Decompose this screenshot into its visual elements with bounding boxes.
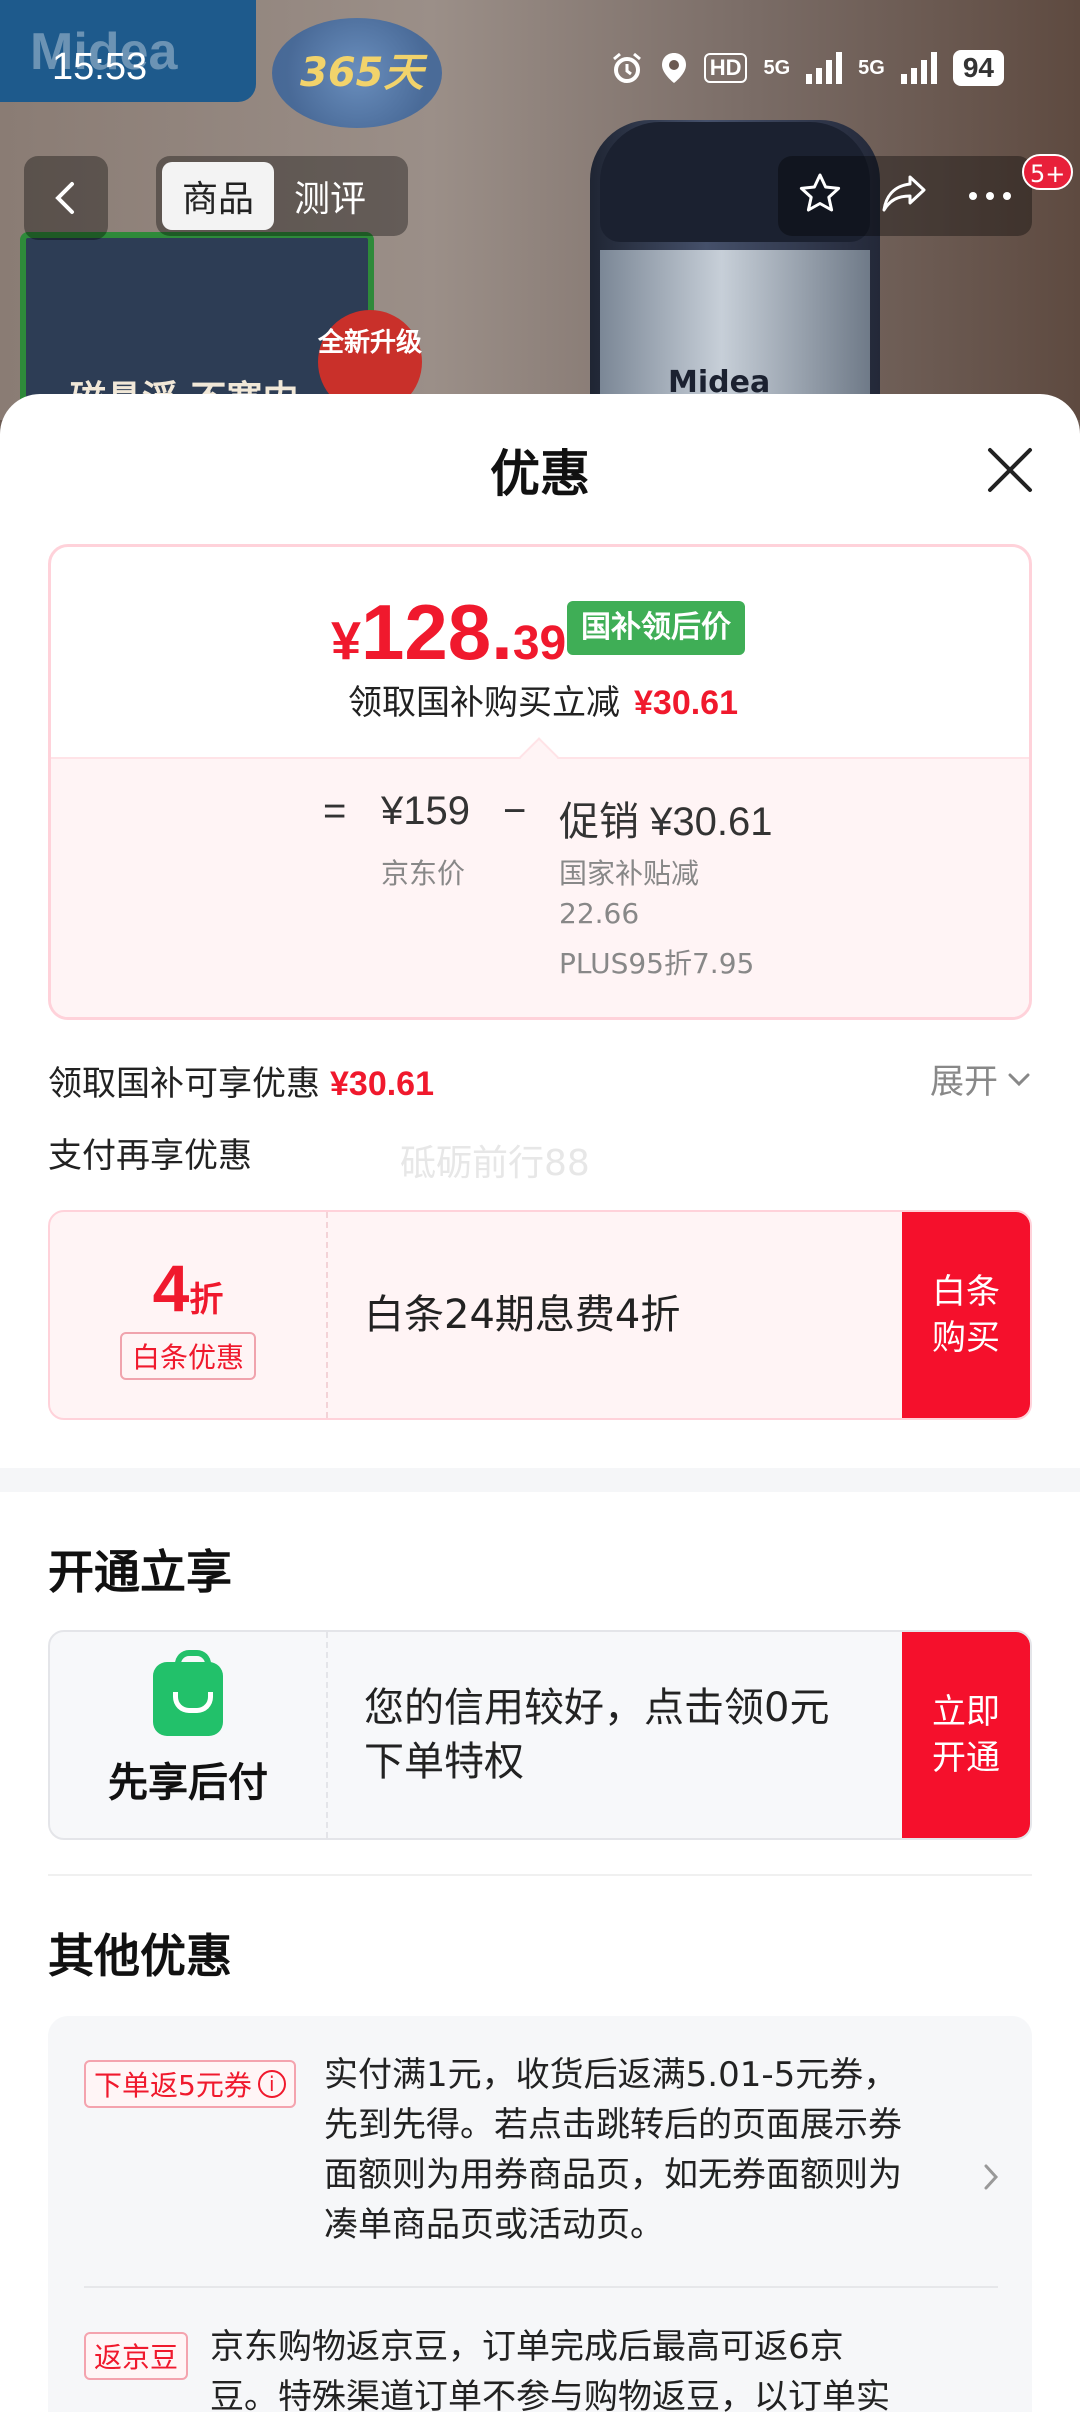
open-now-line1: 立即 <box>932 1692 1000 1732</box>
expand-button[interactable]: 展开 <box>930 1054 1032 1103</box>
pay-later-label: 先享后付 <box>108 1760 268 1806</box>
formula-minus: − <box>503 789 527 833</box>
baitiao-description: 白条24期息费4折 <box>364 1292 681 1338</box>
shopping-bag-icon <box>153 1650 223 1736</box>
coupon-return-tag: 下单返5元券 i <box>84 2060 296 2108</box>
subsidy-price-tag: 国补领后价 <box>567 601 745 655</box>
status-icons: HD 5G 5G 94 <box>610 50 1004 86</box>
favorite-star-icon[interactable] <box>797 171 843 221</box>
price-subtitle: 领取国补购买立减 ¥30.61 <box>51 675 1029 724</box>
other-offers-card: 下单返5元券 i 实付满1元，收货后返满5.01-5元券， 先到先得。若点击跳转… <box>48 2016 1032 2412</box>
status-time: 15:53 <box>52 46 148 88</box>
price-summary: ¥ 128. 39 国补领后价 领取国补购买立减 ¥30.61 <box>51 547 1029 757</box>
price-symbol: ¥ <box>331 611 362 671</box>
hd-icon: HD <box>703 53 748 83</box>
formula-promo-detail-3: PLUS95折7.95 <box>559 947 755 980</box>
price-subtitle-amount: ¥30.61 <box>634 684 738 722</box>
message-count-badge: 5+ <box>1022 154 1074 190</box>
network-5g-label-2: 5G <box>858 56 885 79</box>
sheet-title: 优惠 <box>490 445 590 503</box>
coupon-return-line: 面额则为用券商品页，如无券面额则为 <box>324 2155 902 2195</box>
formula-jd-price: ¥159 <box>381 789 470 833</box>
tab-review[interactable]: 测评 <box>274 162 386 230</box>
pay-later-block: 先享后付 <box>50 1632 328 1838</box>
formula-promo-detail-2: 22.66 <box>559 897 640 930</box>
pay-later-card: 先享后付 您的信用较好，点击领0元 下单特权 立即 开通 <box>48 1630 1032 1840</box>
coupon-return-tag-text: 下单返5元券 <box>94 2069 252 2102</box>
formula-promo-detail-1: 国家补贴减 <box>559 857 700 890</box>
warranty-badge-text: 365天 <box>300 50 424 96</box>
open-now-line2: 开通 <box>932 1738 1000 1778</box>
section-divider <box>0 1468 1080 1492</box>
open-section-title: 开通立享 <box>48 1545 232 1599</box>
other-section-title: 其他优惠 <box>48 1929 232 1983</box>
final-price: ¥ 128. 39 <box>331 587 566 678</box>
jd-beans-tag: 返京豆 <box>84 2332 189 2380</box>
coupon-return-text: 实付满1元，收货后返满5.01-5元券， 先到先得。若点击跳转后的页面展示券 面… <box>324 2050 902 2250</box>
subsidy-row: 领取国补可享优惠 ¥30.61 <box>48 1056 434 1105</box>
chevron-left-icon <box>55 182 74 214</box>
formula-promo: 促销 ¥30.61 <box>559 800 773 844</box>
chevron-right-icon <box>984 2164 999 2190</box>
section-separator <box>48 1874 1032 1876</box>
formula-equals: = <box>323 789 347 833</box>
discount-sheet: 优惠 ¥ 128. 39 国补领后价 领取国补购买立减 ¥30.61 = ¥159… <box>0 394 1080 2412</box>
network-5g-label-1: 5G <box>763 56 791 79</box>
coupon-return-line: 先到先得。若点击跳转后的页面展示券 <box>324 2105 902 2145</box>
subsidy-row-amount: ¥30.61 <box>330 1065 434 1103</box>
info-icon[interactable]: i <box>257 2070 286 2098</box>
jd-beans-line: 京东购物返京豆，订单完成后最高可返6京 <box>210 2327 844 2367</box>
baitiao-discount-block: 4 折 白条优惠 <box>50 1212 328 1418</box>
baitiao-tag: 白条优惠 <box>119 1332 256 1380</box>
price-subtitle-text: 领取国补购买立减 <box>348 683 620 723</box>
share-icon[interactable] <box>880 171 930 221</box>
expand-label: 展开 <box>930 1062 998 1102</box>
baitiao-discount: 4 折 <box>153 1250 224 1326</box>
jd-beans-item[interactable]: 返京豆 京东购物返京豆，订单完成后最高可返6京 豆。特殊渠道订单不参与购物返豆，… <box>84 2327 998 2412</box>
upgrade-badge-text: 全新升级 <box>318 328 423 358</box>
baitiao-discount-number: 4 <box>152 1251 190 1325</box>
price-integer: 128. <box>361 588 513 676</box>
offer-item-separator <box>84 2286 998 2288</box>
close-icon[interactable] <box>982 442 1038 498</box>
signal-bars-2-icon <box>900 52 937 84</box>
baitiao-offer-card: 4 折 白条优惠 白条24期息费4折 白条 购买 <box>48 1210 1032 1420</box>
tab-product[interactable]: 商品 <box>162 162 275 230</box>
baitiao-discount-unit: 折 <box>189 1281 224 1319</box>
watermark-text: 砥砺前行88 <box>400 1143 590 1184</box>
baitiao-buy-button[interactable]: 白条 购买 <box>902 1212 1030 1418</box>
price-breakdown: = ¥159 − 促销 ¥30.61 京东价 国家补贴减 22.66 PLUS9… <box>51 757 1029 1017</box>
coupon-return-line: 实付满1元，收货后返满5.01-5元券， <box>324 2055 898 2095</box>
pay-later-desc-line1: 您的信用较好，点击领0元 <box>364 1685 830 1731</box>
baitiao-buy-line1: 白条 <box>932 1272 1000 1312</box>
nav-actions <box>778 156 1032 236</box>
coupon-return-item[interactable]: 下单返5元券 i 实付满1元，收货后返满5.01-5元券， 先到先得。若点击跳转… <box>84 2055 999 2266</box>
price-card: ¥ 128. 39 国补领后价 领取国补购买立减 ¥30.61 = ¥159 − … <box>48 544 1032 1020</box>
open-now-button[interactable]: 立即 开通 <box>902 1632 1030 1838</box>
back-button[interactable] <box>24 156 108 240</box>
baitiao-buy-line2: 购买 <box>932 1318 1000 1358</box>
jd-beans-line: 豆。特殊渠道订单不参与购物返豆，以订单实 <box>210 2377 890 2412</box>
battery-indicator: 94 <box>952 50 1004 86</box>
coupon-return-line: 凑单商品页或活动页。 <box>324 2205 664 2245</box>
more-icon[interactable] <box>967 187 1013 206</box>
alarm-icon <box>610 51 644 85</box>
pay-later-description: 您的信用较好，点击领0元 下单特权 <box>328 1632 902 1838</box>
subsidy-row-label: 领取国补可享优惠 <box>48 1064 320 1104</box>
pay-offers-label: 支付再享优惠 <box>48 1136 252 1176</box>
chevron-down-icon <box>1008 1073 1030 1086</box>
nav-tabs: 商品 测评 <box>156 156 408 236</box>
formula-jd-price-label: 京东价 <box>381 857 466 890</box>
jd-beans-text: 京东购物返京豆，订单完成后最高可返6京 豆。特殊渠道订单不参与购物返豆，以订单实 <box>210 2322 890 2412</box>
pay-later-desc-line2: 下单特权 <box>364 1739 524 1785</box>
price-decimal: 39 <box>512 617 567 670</box>
signal-bars-1-icon <box>806 52 843 84</box>
location-icon <box>660 51 688 85</box>
